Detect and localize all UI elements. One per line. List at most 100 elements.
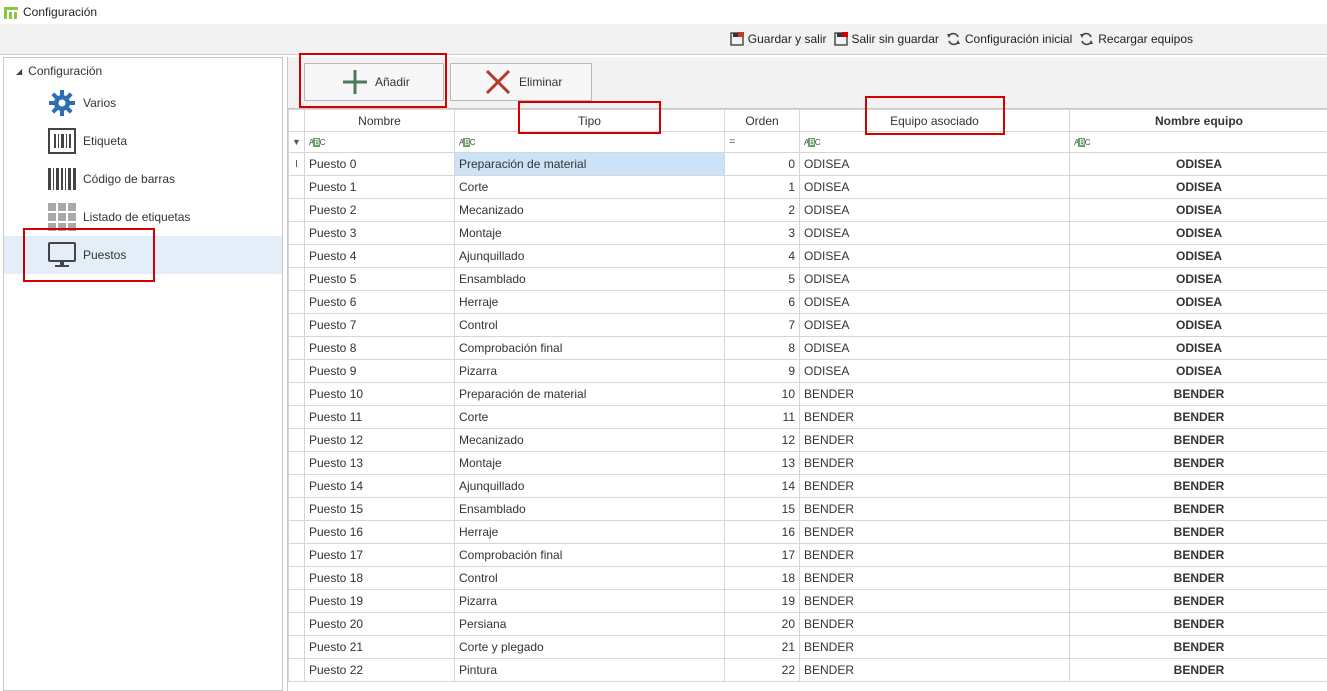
cell-nombre-equipo[interactable]: ODISEA	[1069, 175, 1327, 199]
cell-tipo[interactable]: Pizarra	[454, 589, 725, 613]
cell-orden[interactable]: 19	[724, 589, 800, 613]
cell-nombre-equipo[interactable]: BENDER	[1069, 474, 1327, 498]
row-indicator[interactable]	[288, 451, 305, 475]
row-indicator[interactable]	[288, 520, 305, 544]
column-header-tipo[interactable]: Tipo	[454, 109, 725, 132]
cell-tipo[interactable]: Pintura	[454, 658, 725, 682]
add-button[interactable]: Añadir	[304, 63, 444, 101]
cell-equipo-asociado[interactable]: ODISEA	[799, 175, 1070, 199]
cell-tipo[interactable]: Ajunquillado	[454, 474, 725, 498]
cell-tipo[interactable]: Preparación de material	[454, 382, 725, 406]
cell-tipo[interactable]: Corte	[454, 175, 725, 199]
table-row[interactable]: Puesto 2 Mecanizado 2 ODISEA ODISEA	[288, 198, 1327, 222]
cell-equipo-asociado[interactable]: ODISEA	[799, 290, 1070, 314]
cell-nombre-equipo[interactable]: ODISEA	[1069, 313, 1327, 337]
tree-root-configuracion[interactable]: ◢ Configuración	[4, 58, 282, 84]
cell-orden[interactable]: 5	[724, 267, 800, 291]
column-header-orden[interactable]: Orden	[724, 109, 800, 132]
cell-nombre[interactable]: Puesto 12	[304, 428, 455, 452]
table-row[interactable]: Puesto 21 Corte y plegado 21 BENDER BENDER	[288, 635, 1327, 659]
cell-nombre[interactable]: Puesto 19	[304, 589, 455, 613]
cell-nombre[interactable]: Puesto 7	[304, 313, 455, 337]
row-indicator[interactable]	[288, 175, 305, 199]
table-row[interactable]: Puesto 4 Ajunquillado 4 ODISEA ODISEA	[288, 244, 1327, 268]
cell-nombre[interactable]: Puesto 16	[304, 520, 455, 544]
table-row[interactable]: Puesto 6 Herraje 6 ODISEA ODISEA	[288, 290, 1327, 314]
cell-orden[interactable]: 10	[724, 382, 800, 406]
cell-nombre[interactable]: Puesto 13	[304, 451, 455, 475]
table-row[interactable]: Puesto 19 Pizarra 19 BENDER BENDER	[288, 589, 1327, 613]
cell-nombre[interactable]: Puesto 10	[304, 382, 455, 406]
cell-nombre-equipo[interactable]: BENDER	[1069, 405, 1327, 429]
cell-nombre-equipo[interactable]: ODISEA	[1069, 267, 1327, 291]
cell-nombre-equipo[interactable]: BENDER	[1069, 612, 1327, 636]
row-indicator[interactable]	[288, 313, 305, 337]
cell-orden[interactable]: 1	[724, 175, 800, 199]
table-row[interactable]: Puesto 22 Pintura 22 BENDER BENDER	[288, 658, 1327, 682]
table-row[interactable]: Puesto 16 Herraje 16 BENDER BENDER	[288, 520, 1327, 544]
table-row[interactable]: Puesto 11 Corte 11 BENDER BENDER	[288, 405, 1327, 429]
sidebar-item-etiqueta[interactable]: Etiqueta	[4, 122, 282, 160]
cell-nombre[interactable]: Puesto 11	[304, 405, 455, 429]
cell-orden[interactable]: 11	[724, 405, 800, 429]
row-indicator[interactable]	[288, 221, 305, 245]
cell-orden[interactable]: 20	[724, 612, 800, 636]
cell-nombre-equipo[interactable]: BENDER	[1069, 382, 1327, 406]
cell-orden[interactable]: 8	[724, 336, 800, 360]
cell-tipo[interactable]: Corte y plegado	[454, 635, 725, 659]
sidebar-item-codigo-barras[interactable]: Código de barras	[4, 160, 282, 198]
cell-equipo-asociado[interactable]: ODISEA	[799, 359, 1070, 383]
row-indicator[interactable]: I	[288, 152, 305, 176]
cell-nombre[interactable]: Puesto 14	[304, 474, 455, 498]
cell-equipo-asociado[interactable]: BENDER	[799, 658, 1070, 682]
cell-equipo-asociado[interactable]: BENDER	[799, 474, 1070, 498]
cell-nombre[interactable]: Puesto 1	[304, 175, 455, 199]
cell-nombre[interactable]: Puesto 5	[304, 267, 455, 291]
cell-equipo-asociado[interactable]: BENDER	[799, 589, 1070, 613]
cell-orden[interactable]: 3	[724, 221, 800, 245]
cell-nombre[interactable]: Puesto 17	[304, 543, 455, 567]
cell-orden[interactable]: 4	[724, 244, 800, 268]
column-header-nombre-equipo[interactable]: Nombre equipo	[1069, 109, 1327, 132]
cell-nombre-equipo[interactable]: BENDER	[1069, 497, 1327, 521]
cell-tipo[interactable]: Comprobación final	[454, 543, 725, 567]
cell-nombre-equipo[interactable]: BENDER	[1069, 428, 1327, 452]
cell-orden[interactable]: 14	[724, 474, 800, 498]
column-header-nombre[interactable]: Nombre	[304, 109, 455, 132]
cell-tipo[interactable]: Herraje	[454, 520, 725, 544]
cell-equipo-asociado[interactable]: BENDER	[799, 497, 1070, 521]
cell-equipo-asociado[interactable]: BENDER	[799, 382, 1070, 406]
cell-nombre[interactable]: Puesto 20	[304, 612, 455, 636]
row-indicator[interactable]	[288, 566, 305, 590]
cell-equipo-asociado[interactable]: ODISEA	[799, 198, 1070, 222]
table-row[interactable]: Puesto 20 Persiana 20 BENDER BENDER	[288, 612, 1327, 636]
table-row[interactable]: Puesto 15 Ensamblado 15 BENDER BENDER	[288, 497, 1327, 521]
table-row[interactable]: Puesto 12 Mecanizado 12 BENDER BENDER	[288, 428, 1327, 452]
table-row[interactable]: Puesto 13 Montaje 13 BENDER BENDER	[288, 451, 1327, 475]
cell-tipo[interactable]: Ensamblado	[454, 497, 725, 521]
cell-orden[interactable]: 2	[724, 198, 800, 222]
cell-equipo-asociado[interactable]: BENDER	[799, 520, 1070, 544]
cell-nombre-equipo[interactable]: ODISEA	[1069, 290, 1327, 314]
cell-equipo-asociado[interactable]: ODISEA	[799, 244, 1070, 268]
row-indicator[interactable]	[288, 267, 305, 291]
filter-cell-orden[interactable]: =	[724, 131, 800, 153]
sidebar-item-varios[interactable]: Varios	[4, 84, 282, 122]
cell-nombre[interactable]: Puesto 3	[304, 221, 455, 245]
cell-nombre-equipo[interactable]: BENDER	[1069, 543, 1327, 567]
cell-tipo[interactable]: Preparación de material	[454, 152, 725, 176]
table-row[interactable]: Puesto 5 Ensamblado 5 ODISEA ODISEA	[288, 267, 1327, 291]
cell-nombre-equipo[interactable]: BENDER	[1069, 451, 1327, 475]
cell-tipo[interactable]: Ajunquillado	[454, 244, 725, 268]
cell-nombre-equipo[interactable]: ODISEA	[1069, 336, 1327, 360]
cell-orden[interactable]: 0	[724, 152, 800, 176]
table-row[interactable]: Puesto 9 Pizarra 9 ODISEA ODISEA	[288, 359, 1327, 383]
cell-nombre-equipo[interactable]: BENDER	[1069, 566, 1327, 590]
cell-equipo-asociado[interactable]: BENDER	[799, 635, 1070, 659]
cell-nombre-equipo[interactable]: ODISEA	[1069, 152, 1327, 176]
row-indicator[interactable]	[288, 336, 305, 360]
cell-orden[interactable]: 21	[724, 635, 800, 659]
cell-nombre[interactable]: Puesto 0	[304, 152, 455, 176]
row-indicator[interactable]	[288, 359, 305, 383]
cell-nombre-equipo[interactable]: ODISEA	[1069, 244, 1327, 268]
